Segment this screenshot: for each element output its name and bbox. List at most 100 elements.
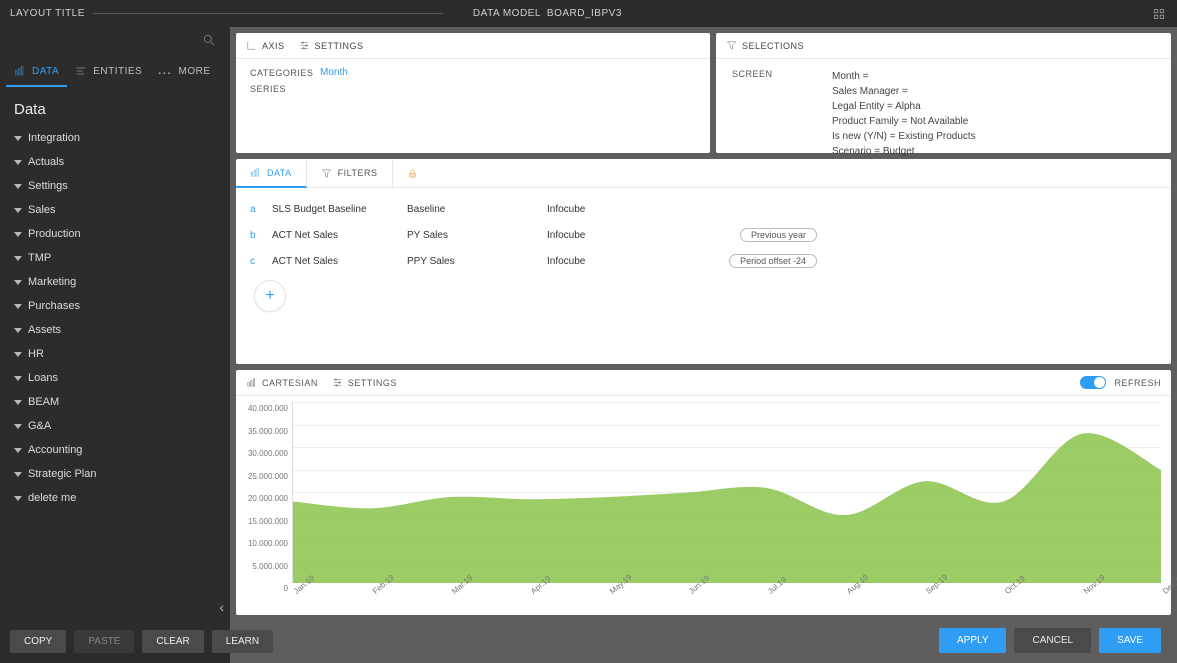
y-tick: 35.000.000	[248, 427, 288, 436]
y-tick: 40.000.000	[248, 404, 288, 413]
tree-item-loans[interactable]: Loans	[8, 366, 222, 390]
selections-tab[interactable]: SELECTIONS	[726, 40, 804, 51]
data-row[interactable]: bACT Net SalesPY SalesInfocubePrevious y…	[250, 222, 1157, 248]
chart-settings-tab[interactable]: SETTINGS	[332, 377, 397, 388]
row-name: ACT Net Sales	[272, 256, 407, 267]
sidebar-heading: Data	[0, 87, 230, 126]
sidebar-tab-entities[interactable]: ENTITIES	[67, 55, 150, 87]
caret-icon	[14, 184, 22, 189]
row-cube: Infocube	[547, 204, 627, 215]
sidebar-tab-entities-label: ENTITIES	[93, 66, 142, 77]
tree-item-marketing[interactable]: Marketing	[8, 270, 222, 294]
action-bar: APPLY CANCEL SAVE	[236, 621, 1171, 659]
more-icon: ...	[158, 66, 172, 77]
layout-title-input[interactable]	[93, 13, 443, 14]
sidebar: DATA ENTITIES ... MORE Data IntegrationA…	[0, 27, 230, 663]
tree-item-g-a[interactable]: G&A	[8, 414, 222, 438]
y-tick: 25.000.000	[248, 472, 288, 481]
data-tab-data[interactable]: DATA	[236, 159, 307, 188]
learn-button[interactable]: LEARN	[212, 630, 273, 653]
row-alias: PY Sales	[407, 230, 547, 241]
topbar: LAYOUT TITLE DATA MODEL BOARD_IBPV3	[0, 0, 1177, 27]
chart-y-axis: 40.000.000 35.000.000 30.000.000 25.000.000…	[242, 402, 292, 611]
chart-cartesian-label: CARTESIAN	[262, 378, 318, 388]
selection-line: Month =	[832, 69, 976, 84]
tree-item-settings[interactable]: Settings	[8, 174, 222, 198]
chart-cartesian-tab[interactable]: CARTESIAN	[246, 377, 318, 388]
tree-item-purchases[interactable]: Purchases	[8, 294, 222, 318]
axis-tab-label: AXIS	[262, 41, 285, 51]
tree-item-beam[interactable]: BEAM	[8, 390, 222, 414]
save-button[interactable]: SAVE	[1099, 628, 1161, 653]
tree-item-label: Accounting	[28, 444, 82, 456]
collapse-sidebar-icon[interactable]: ‹	[219, 599, 224, 615]
data-tab-filters[interactable]: FILTERS	[307, 160, 393, 187]
offset-pill[interactable]: Period offset -24	[729, 254, 817, 268]
tree-item-assets[interactable]: Assets	[8, 318, 222, 342]
tree-item-label: Purchases	[28, 300, 80, 312]
row-key: c	[250, 256, 272, 267]
caret-icon	[14, 400, 22, 405]
refresh-label: REFRESH	[1114, 378, 1161, 388]
cancel-button[interactable]: CANCEL	[1014, 628, 1091, 653]
clear-button[interactable]: CLEAR	[142, 630, 203, 653]
x-tick: Dec.19	[1161, 573, 1177, 596]
row-cube: Infocube	[547, 256, 627, 267]
screen-label: SCREEN	[732, 69, 802, 159]
tree-item-tmp[interactable]: TMP	[8, 246, 222, 270]
caret-icon	[14, 304, 22, 309]
caret-icon	[14, 256, 22, 261]
sidebar-tab-more-label: MORE	[179, 66, 211, 77]
sidebar-tab-data-label: DATA	[32, 66, 59, 77]
tree-item-label: HR	[28, 348, 44, 360]
sidebar-tab-more[interactable]: ... MORE	[150, 55, 218, 87]
axis-tab[interactable]: AXIS	[246, 40, 285, 51]
y-tick: 20.000.000	[248, 494, 288, 503]
chart-panel: CARTESIAN SETTINGS REFRESH 40.000.000 35.…	[236, 370, 1171, 615]
chart-x-axis: Jan.19Feb.19Mar.19Apr.19May.19Jun.19Jul.…	[292, 583, 1161, 611]
row-name: ACT Net Sales	[272, 230, 407, 241]
caret-icon	[14, 232, 22, 237]
row-alias: Baseline	[407, 204, 547, 215]
tree-item-label: G&A	[28, 420, 51, 432]
tree-item-production[interactable]: Production	[8, 222, 222, 246]
tree-item-strategic-plan[interactable]: Strategic Plan	[8, 462, 222, 486]
data-model-value: BOARD_IBPV3	[547, 8, 622, 19]
selections-panel: SELECTIONS SCREEN Month =Sales Manager =…	[716, 33, 1171, 153]
tree-item-hr[interactable]: HR	[8, 342, 222, 366]
tree-item-sales[interactable]: Sales	[8, 198, 222, 222]
refresh-toggle[interactable]	[1080, 376, 1106, 389]
caret-icon	[14, 136, 22, 141]
search-icon[interactable]	[202, 33, 216, 52]
chart-plot-area	[292, 402, 1161, 583]
offset-pill[interactable]: Previous year	[740, 228, 817, 242]
tree-item-accounting[interactable]: Accounting	[8, 438, 222, 462]
sidebar-tab-data[interactable]: DATA	[6, 55, 67, 87]
tree-item-integration[interactable]: Integration	[8, 126, 222, 150]
y-tick: 0	[284, 584, 288, 593]
sidebar-tree: IntegrationActualsSettings Sales Productio…	[0, 126, 230, 620]
y-tick: 30.000.000	[248, 449, 288, 458]
row-cube: Infocube	[547, 230, 627, 241]
caret-icon	[14, 352, 22, 357]
data-tab-data-label: DATA	[267, 168, 292, 178]
y-tick: 5.000.000	[252, 562, 288, 571]
area-series	[293, 433, 1161, 583]
chart-settings-label: SETTINGS	[348, 378, 397, 388]
copy-button[interactable]: COPY	[10, 630, 66, 653]
caret-icon	[14, 328, 22, 333]
caret-icon	[14, 208, 22, 213]
axis-settings-tab[interactable]: SETTINGS	[299, 40, 364, 51]
data-row[interactable]: aSLS Budget BaselineBaselineInfocube	[250, 196, 1157, 222]
apply-button[interactable]: APPLY	[939, 628, 1007, 653]
selection-line: Scenario = Budget	[832, 144, 976, 159]
tree-item-delete-me[interactable]: delete me	[8, 486, 222, 510]
tree-item-actuals[interactable]: Actuals	[8, 150, 222, 174]
selections-list: Month =Sales Manager =Legal Entity = Alp…	[832, 69, 976, 159]
add-row-button[interactable]: +	[254, 280, 286, 312]
tree-item-label: Sales	[28, 204, 56, 216]
categories-value[interactable]: Month	[320, 67, 348, 78]
data-row[interactable]: cACT Net SalesPPY SalesInfocubePeriod of…	[250, 248, 1157, 274]
data-tab-locked[interactable]	[393, 160, 432, 187]
layout-config-icon[interactable]	[1151, 6, 1167, 22]
